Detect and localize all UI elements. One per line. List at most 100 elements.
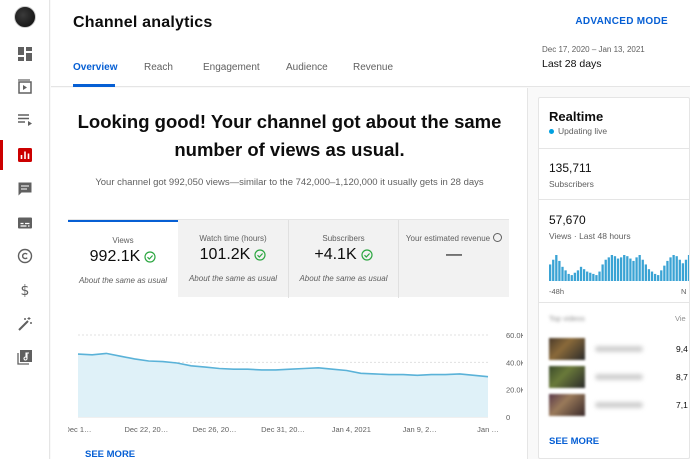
realtime-bar[interactable] [650, 271, 654, 281]
realtime-bar[interactable] [601, 264, 604, 281]
info-icon[interactable] [493, 233, 503, 243]
realtime-bar[interactable] [567, 273, 570, 281]
left-nav-rail: $ [0, 0, 50, 459]
subtitles-icon[interactable] [0, 208, 50, 238]
realtime-bar[interactable] [579, 266, 583, 281]
tab-engagement[interactable]: Engagement [203, 62, 260, 73]
video-views: 9,4 [676, 344, 688, 354]
realtime-bar[interactable] [595, 275, 598, 281]
tab-overview[interactable]: Overview [73, 62, 117, 73]
realtime-bar[interactable] [552, 259, 555, 281]
realtime-bar[interactable] [555, 255, 558, 281]
realtime-bar[interactable] [589, 272, 592, 281]
customization-icon[interactable] [0, 309, 50, 339]
date-range-label[interactable]: Last 28 days [542, 58, 602, 70]
realtime-bar[interactable] [626, 256, 629, 281]
realtime-axis-end: N [681, 287, 687, 296]
y-tick-label: 20.0K [506, 386, 523, 395]
tab-reach[interactable]: Reach [144, 62, 173, 73]
realtime-bar[interactable] [672, 255, 675, 281]
realtime-bar[interactable] [561, 266, 564, 281]
realtime-bar[interactable] [604, 259, 607, 281]
overview-subline: Your channel got 992,050 views—similar t… [95, 177, 484, 188]
realtime-bar[interactable] [644, 264, 647, 281]
realtime-bar[interactable] [573, 272, 576, 281]
x-tick-label: Jan … [477, 425, 499, 434]
metric-watch-time-value: 101.2K [199, 246, 251, 263]
realtime-bar[interactable] [549, 264, 552, 281]
content-icon[interactable] [0, 72, 50, 102]
x-tick-label: Dec 1… [68, 425, 92, 434]
metric-views[interactable]: Views 992.1K About the same as usual [68, 220, 178, 298]
metric-watch-time[interactable]: Watch time (hours) 101.2K About the same… [178, 220, 288, 298]
metric-revenue[interactable]: Your estimated revenue — [398, 220, 509, 298]
realtime-bar[interactable] [669, 257, 672, 281]
realtime-bar[interactable] [632, 260, 635, 281]
video-thumbnail [549, 394, 585, 416]
realtime-bar[interactable] [675, 256, 678, 281]
realtime-card: Realtime Updating live 135,711 Subscribe… [538, 97, 690, 459]
metric-subscribers-note: About the same as usual [299, 274, 388, 283]
app-root: $ Channel analytics ADVANCED MODE Overvi… [0, 0, 690, 459]
realtime-bar[interactable] [610, 255, 614, 281]
list-item[interactable]: 7,1 [549, 394, 689, 416]
video-title-blurred [595, 402, 643, 408]
realtime-bar[interactable] [647, 269, 651, 281]
realtime-bar[interactable] [607, 257, 610, 281]
realtime-bar-chart[interactable] [549, 253, 690, 281]
divider [539, 199, 689, 200]
realtime-bar[interactable] [663, 265, 666, 281]
realtime-views-value: 57,670 [549, 213, 586, 227]
see-more-button[interactable]: SEE MORE [85, 449, 135, 459]
realtime-bar[interactable] [570, 275, 573, 281]
realtime-bar[interactable] [623, 255, 626, 281]
active-tab-indicator [73, 84, 115, 87]
metric-subscribers[interactable]: Subscribers +4.1K About the same as usua… [288, 220, 398, 298]
realtime-bar[interactable] [641, 259, 644, 281]
tab-revenue[interactable]: Revenue [353, 62, 393, 73]
video-title-blurred [595, 346, 643, 352]
realtime-see-more-button[interactable]: SEE MORE [549, 436, 599, 447]
realtime-bar[interactable] [678, 259, 681, 281]
tab-audience[interactable]: Audience [286, 62, 328, 73]
analytics-icon[interactable] [0, 140, 50, 170]
playlists-icon[interactable] [0, 105, 50, 135]
x-tick-label: Dec 31, 20… [261, 425, 305, 434]
realtime-bar[interactable] [564, 270, 567, 281]
realtime-bar[interactable] [635, 257, 638, 281]
realtime-bar[interactable] [653, 273, 657, 281]
advanced-mode-button[interactable]: ADVANCED MODE [575, 16, 668, 27]
list-item[interactable]: 8,7 [549, 366, 689, 388]
date-range-text[interactable]: Dec 17, 2020 – Jan 13, 2021 [542, 45, 645, 54]
metric-views-value: 992.1K [89, 248, 141, 265]
list-item[interactable]: 9,4 [549, 338, 689, 360]
realtime-bar[interactable] [660, 270, 663, 281]
realtime-bar[interactable] [598, 271, 601, 281]
realtime-bar[interactable] [638, 255, 641, 281]
views-chart[interactable]: 60.0K 40.0K 20.0K 0 Dec 1… Dec 22, 20… Dec 26,… [68, 323, 523, 435]
realtime-bar[interactable] [681, 263, 685, 281]
realtime-bar[interactable] [576, 270, 580, 281]
y-tick-label: 0 [506, 413, 510, 422]
realtime-bar[interactable] [582, 269, 586, 281]
dashboard-icon[interactable] [0, 39, 50, 69]
realtime-bar[interactable] [684, 259, 688, 281]
audio-library-icon[interactable] [0, 342, 50, 372]
realtime-bar[interactable] [616, 258, 620, 281]
y-tick-label: 60.0K [506, 331, 523, 340]
video-views: 7,1 [676, 400, 688, 410]
metric-subscribers-value: +4.1K [314, 246, 357, 263]
realtime-bar[interactable] [558, 260, 561, 281]
monetization-icon[interactable]: $ [0, 275, 50, 305]
realtime-bar[interactable] [657, 275, 660, 281]
copyright-icon[interactable] [0, 241, 50, 271]
realtime-bar[interactable] [613, 256, 617, 281]
metric-revenue-label: Your estimated revenue [405, 234, 491, 243]
realtime-bar[interactable] [620, 257, 623, 281]
comments-icon[interactable] [0, 174, 50, 204]
realtime-bar[interactable] [629, 258, 632, 281]
realtime-bar[interactable] [666, 260, 669, 281]
realtime-bar[interactable] [592, 273, 595, 281]
channel-avatar[interactable] [14, 6, 36, 28]
realtime-bar[interactable] [586, 271, 589, 281]
